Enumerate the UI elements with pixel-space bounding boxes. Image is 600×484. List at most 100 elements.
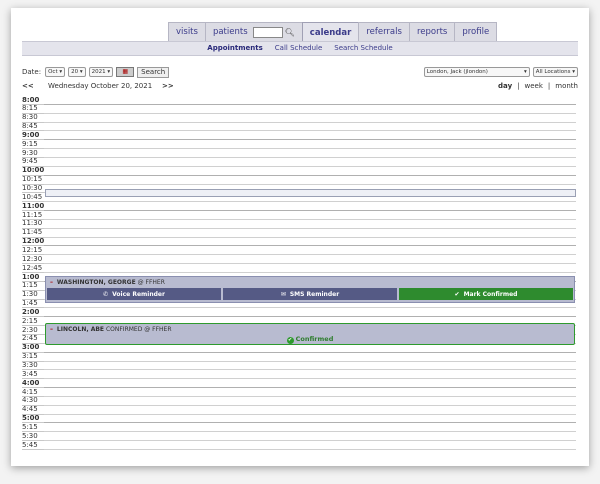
time-label: 12:00: [22, 237, 45, 246]
view-week[interactable]: week: [525, 82, 543, 90]
time-label: 11:45: [22, 228, 43, 237]
voice-reminder-button[interactable]: ✆ Voice Reminder: [47, 288, 221, 300]
time-label: 8:00: [22, 96, 40, 104]
time-slot-line: [44, 404, 576, 406]
time-label: 11:15: [22, 210, 43, 219]
tab-calendar[interactable]: calendar: [301, 22, 360, 43]
phone-icon: ✆: [103, 290, 109, 298]
subnav-appointments[interactable]: Appointments: [207, 42, 263, 55]
location-value: All Locations: [535, 69, 571, 75]
time-slot-line: [44, 387, 576, 389]
tab-patients[interactable]: patients 🔍︎: [204, 22, 303, 42]
envelope-icon: ✉: [280, 290, 286, 298]
time-label: 5:30: [22, 431, 38, 440]
time-label: 5:45: [22, 440, 38, 449]
reminder-actions: ✆ Voice Reminder ✉ SMS Reminder ✔ Mark C…: [46, 288, 574, 301]
time-slot-line: [44, 431, 576, 433]
voice-reminder-label: Voice Reminder: [112, 290, 165, 298]
time-slot-line: [44, 130, 576, 132]
location-select[interactable]: All Locations ▾: [532, 67, 578, 77]
time-label: 10:45: [22, 192, 43, 201]
time-label: 4:00: [22, 378, 40, 387]
time-slot-line: [44, 254, 576, 256]
time-slot-line: [44, 121, 576, 123]
view-separator: |: [517, 82, 520, 90]
time-label: 10:15: [22, 175, 43, 184]
time-label: 1:15: [22, 281, 38, 290]
tab-label: calendar: [309, 27, 352, 38]
time-label: 4:30: [22, 396, 38, 405]
current-date: Wednesday October 20, 2021: [48, 82, 153, 90]
time-slot-line: [44, 263, 576, 265]
time-label: 3:00: [22, 343, 40, 352]
time-label: 5:00: [22, 414, 40, 423]
tab-label: patients: [212, 27, 248, 37]
time-label: 11:30: [22, 219, 43, 228]
confirmed-label: Confirmed: [295, 335, 334, 343]
sms-reminder-button[interactable]: ✉ SMS Reminder: [223, 288, 397, 300]
year-select[interactable]: 2021 ▾: [88, 67, 114, 77]
time-slot-line: [44, 103, 576, 105]
tab-visits[interactable]: visits: [168, 22, 206, 42]
time-slot-line: [44, 174, 576, 176]
time-slot-line: [44, 369, 576, 371]
time-label: 9:15: [22, 139, 38, 148]
search-button[interactable]: Search: [137, 66, 170, 78]
time-label: 1:45: [22, 299, 38, 308]
view-day[interactable]: day: [498, 82, 512, 90]
prev-day-link[interactable]: <<: [22, 82, 34, 90]
time-slot-line: [44, 236, 576, 238]
check-icon: ✔: [454, 290, 460, 298]
time-label: 4:15: [22, 387, 38, 396]
provider-select[interactable]: London, Jack (jlondon) ▾: [423, 67, 530, 77]
time-slot-line: [44, 360, 576, 362]
date-nav-row: << Wednesday October 20, 2021 >> day | w…: [22, 82, 578, 93]
appointment-location: @ FFHER: [137, 279, 165, 286]
time-slot-line: [44, 378, 576, 380]
time-label: 2:15: [22, 316, 38, 325]
appointment-lincoln[interactable]: – LINCOLN, ABE CONFIRMED @ FFHER ✔ Confir…: [45, 323, 575, 345]
mark-confirmed-button[interactable]: ✔ Mark Confirmed: [399, 288, 573, 300]
time-label: 11:00: [22, 201, 45, 210]
subnav-call-schedule[interactable]: Call Schedule: [275, 42, 322, 55]
day-select[interactable]: 20 ▾: [68, 67, 86, 77]
view-month[interactable]: month: [555, 82, 578, 90]
collapse-icon[interactable]: –: [50, 326, 53, 333]
time-slot-line: [44, 148, 576, 150]
check-circle-icon: ✔: [286, 337, 294, 344]
time-label: 12:45: [22, 263, 43, 272]
collapse-icon[interactable]: –: [50, 279, 53, 286]
tab-reports[interactable]: reports: [408, 22, 456, 42]
highlighted-time-slot[interactable]: [45, 189, 576, 197]
time-slot-line: [44, 272, 576, 273]
time-slot-line: [44, 316, 576, 318]
patient-name[interactable]: LINCOLN, ABE: [57, 326, 104, 333]
month-select[interactable]: Oct ▾: [45, 67, 66, 77]
time-slot-line: [44, 183, 576, 185]
time-slot-line: [44, 210, 576, 212]
confirmed-status: ✔ Confirmed: [46, 335, 574, 344]
calendar-picker-icon[interactable]: ▦: [116, 67, 135, 77]
time-label: 2:00: [22, 307, 40, 316]
time-slot-line: [44, 156, 576, 158]
tab-label: reports: [416, 27, 448, 37]
patient-search-input[interactable]: [252, 27, 283, 38]
time-label: 9:30: [22, 148, 38, 157]
search-icon[interactable]: 🔍︎: [285, 23, 295, 42]
time-slot-line: [44, 440, 576, 442]
calendar-subnav: Appointments Call Schedule Search Schedu…: [22, 41, 578, 56]
tab-profile[interactable]: profile: [454, 22, 498, 42]
patient-name[interactable]: WASHINGTON, GEORGE: [57, 279, 136, 286]
mark-confirmed-label: Mark Confirmed: [463, 290, 518, 298]
time-label: 3:15: [22, 352, 38, 361]
time-slot-line: [44, 139, 576, 141]
appointment-washington[interactable]: – WASHINGTON, GEORGE @ FFHER ✆ Voice Rem…: [45, 276, 575, 303]
day-schedule-grid: 5:45 5:30 5:15 5:00 4:45 4:30 4:15 4:00 3:45 3:30…: [22, 96, 578, 462]
time-label: 1:00: [22, 272, 40, 281]
next-day-link[interactable]: >>: [162, 82, 174, 90]
subnav-search-schedule[interactable]: Search Schedule: [334, 42, 392, 55]
time-label: 2:30: [22, 325, 38, 334]
tab-referrals[interactable]: referrals: [358, 22, 410, 42]
time-slot-line: [44, 201, 576, 203]
time-slot-line: [44, 395, 576, 397]
